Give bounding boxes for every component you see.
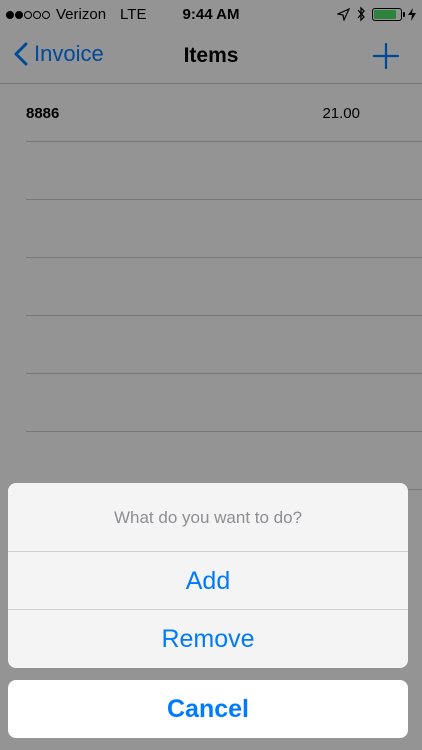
action-sheet-title: What do you want to do? (8, 483, 408, 552)
cancel-button[interactable]: Cancel (8, 680, 408, 738)
add-button[interactable]: Add (8, 552, 408, 610)
remove-button[interactable]: Remove (8, 610, 408, 668)
action-sheet: What do you want to do? Add Remove (8, 483, 408, 668)
